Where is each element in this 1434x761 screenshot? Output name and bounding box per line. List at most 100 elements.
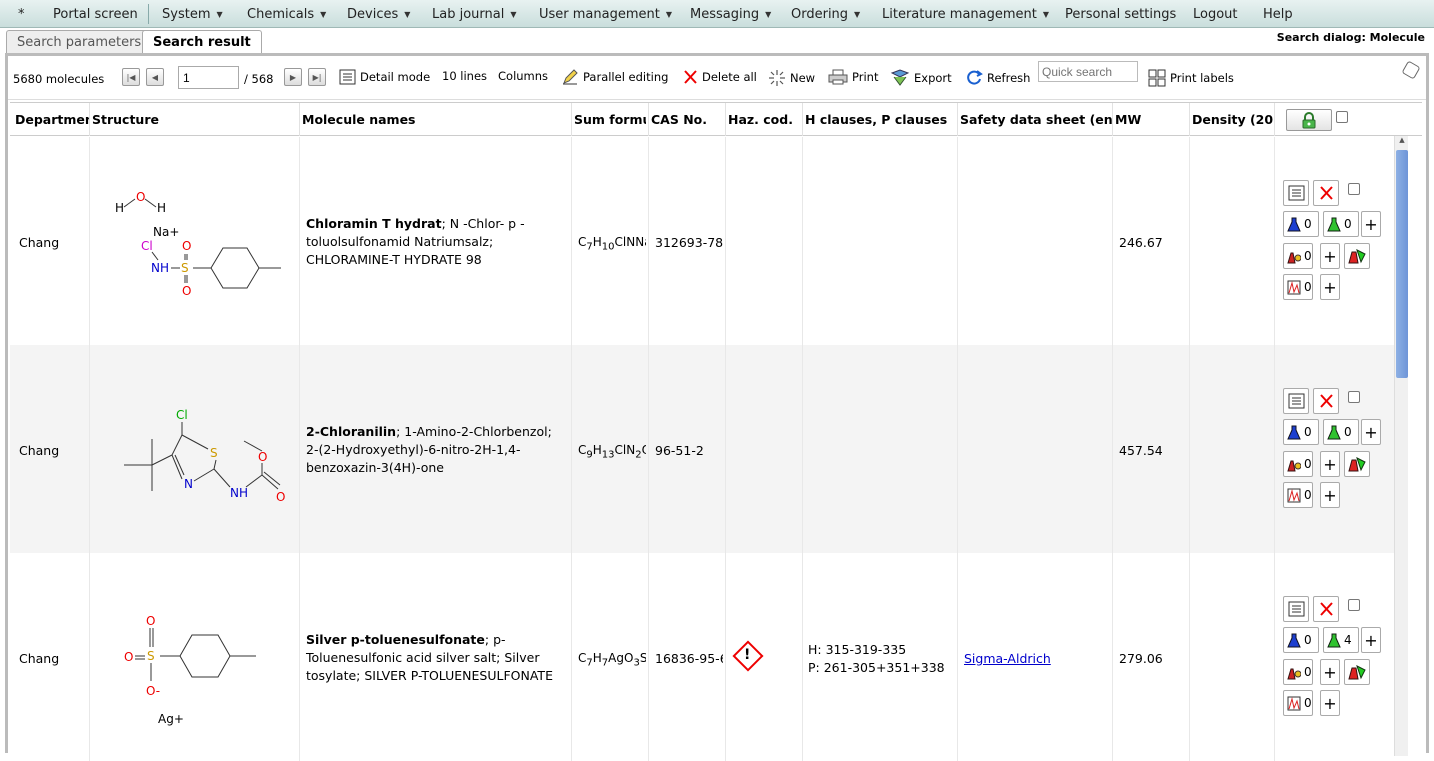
print-button[interactable]: Print xyxy=(828,69,878,85)
delete-button[interactable] xyxy=(1313,388,1339,414)
column-lock-button[interactable] xyxy=(1286,109,1332,131)
select-all-checkbox[interactable] xyxy=(1336,111,1348,123)
delete-all-button[interactable]: Delete all xyxy=(683,69,757,85)
spectrum-button[interactable]: 0 xyxy=(1283,690,1313,716)
add-button[interactable]: + xyxy=(1320,690,1340,716)
print-label: Print xyxy=(852,70,879,84)
page-number-input[interactable] xyxy=(178,66,239,89)
col-molecule-names[interactable]: Molecule names xyxy=(302,112,416,127)
col-structure[interactable]: Structure xyxy=(92,112,159,127)
tab-search-parameters[interactable]: Search parameters xyxy=(6,30,153,54)
col-hazard-code[interactable]: Haz. cod. xyxy=(728,112,793,127)
mixture-button[interactable]: 0 xyxy=(1283,659,1313,685)
molecule-names-cell[interactable]: Silver p-toluenesulfonate; p-Toluenesulf… xyxy=(306,631,568,685)
last-page-button[interactable]: ▶| xyxy=(308,68,326,86)
menu-help[interactable]: Help xyxy=(1263,7,1293,22)
menu-chemicals[interactable]: Chemicals ▼ xyxy=(247,7,326,22)
tab-search-result[interactable]: Search result xyxy=(142,30,262,55)
col-cas-no[interactable]: CAS No. xyxy=(651,112,707,127)
add-button[interactable]: + xyxy=(1320,451,1340,477)
scroll-up-icon[interactable]: ▲ xyxy=(1396,136,1408,148)
scrollbar-thumb[interactable] xyxy=(1396,150,1408,378)
molecule-primary-name[interactable]: 2-Chloranilin xyxy=(306,424,396,439)
col-safety-data-sheet[interactable]: Safety data sheet (en) xyxy=(960,112,1112,127)
columns-button[interactable]: Columns xyxy=(498,69,548,83)
print-labels-button[interactable]: Print labels xyxy=(1148,69,1234,87)
atom-label: NH xyxy=(230,486,248,500)
add-button[interactable]: + xyxy=(1320,659,1340,685)
menu-messaging[interactable]: Messaging ▼ xyxy=(690,7,771,22)
row-divider xyxy=(957,345,958,553)
delete-button[interactable] xyxy=(1313,596,1339,622)
mixture-button[interactable]: 0 xyxy=(1283,451,1313,477)
blue-flask-button[interactable]: 0 xyxy=(1283,419,1319,445)
molecule-primary-name[interactable]: Chloramin T hydrat xyxy=(306,216,442,231)
blue-flask-button[interactable]: 0 xyxy=(1283,211,1319,237)
structure-drawing[interactable]: O S O O- Ag+ xyxy=(120,613,280,728)
hexagon-icon[interactable] xyxy=(1401,60,1421,80)
refresh-button[interactable]: Refresh xyxy=(965,69,1030,87)
detail-button[interactable] xyxy=(1283,388,1309,414)
add-button[interactable]: + xyxy=(1361,211,1381,237)
export-button[interactable]: Export xyxy=(890,69,952,87)
row-select-checkbox[interactable] xyxy=(1348,599,1360,611)
reaction-button[interactable] xyxy=(1344,451,1370,477)
first-page-button[interactable]: |◀ xyxy=(122,68,140,86)
col-department[interactable]: Departmen xyxy=(15,112,89,127)
add-button[interactable]: + xyxy=(1361,419,1381,445)
row-divider xyxy=(1189,345,1190,553)
menu-devices[interactable]: Devices ▼ xyxy=(347,7,410,22)
detail-mode-button[interactable]: Detail mode xyxy=(339,69,430,85)
prev-page-button[interactable]: ◀ xyxy=(146,68,164,86)
count: 4 xyxy=(1344,633,1352,647)
detail-button[interactable] xyxy=(1283,596,1309,622)
menu-personal-settings[interactable]: Personal settings xyxy=(1065,7,1176,22)
green-flask-button[interactable]: 0 xyxy=(1323,419,1359,445)
row-select-checkbox[interactable] xyxy=(1348,183,1360,195)
mixture-button[interactable]: 0 xyxy=(1283,243,1313,269)
delete-button[interactable] xyxy=(1313,180,1339,206)
col-sum-formula[interactable]: Sum formu xyxy=(574,112,646,127)
vertical-scrollbar[interactable]: ▲ xyxy=(1394,136,1408,756)
col-mw[interactable]: MW xyxy=(1115,112,1141,127)
structure-drawing[interactable]: Cl S N NH O O xyxy=(110,405,290,505)
menu-logout[interactable]: Logout xyxy=(1193,7,1238,22)
quick-search-input[interactable] xyxy=(1038,61,1138,82)
atom-label: O xyxy=(124,650,133,664)
col-h-p-clauses[interactable]: H clauses, P clauses xyxy=(805,112,947,127)
sds-link[interactable]: Sigma-Aldrich xyxy=(964,651,1051,666)
add-button[interactable]: + xyxy=(1320,243,1340,269)
reaction-button[interactable] xyxy=(1344,243,1370,269)
molecule-primary-name[interactable]: Silver p-toluenesulfonate xyxy=(306,632,485,647)
menu-star[interactable]: * xyxy=(18,7,25,22)
green-flask-button[interactable]: 0 xyxy=(1323,211,1359,237)
molecule-names-cell[interactable]: Chloramin T hydrat; N -Chlor- p -toluols… xyxy=(306,215,568,269)
menu-system[interactable]: System ▼ xyxy=(162,7,223,22)
blue-flask-button[interactable]: 0 xyxy=(1283,627,1319,653)
new-button[interactable]: New xyxy=(768,69,815,87)
spectrum-button[interactable]: 0 xyxy=(1283,274,1313,300)
spectrum-button[interactable]: 0 xyxy=(1283,482,1313,508)
detail-button[interactable] xyxy=(1283,180,1309,206)
result-frame: 5680 molecules |◀ ◀ / 568 ▶ ▶| Detail mo… xyxy=(5,53,1429,761)
col-density[interactable]: Density (20 xyxy=(1192,112,1274,127)
mw-cell: 457.54 xyxy=(1119,443,1163,458)
row-select-checkbox[interactable] xyxy=(1348,391,1360,403)
add-button[interactable]: + xyxy=(1320,482,1340,508)
next-page-button[interactable]: ▶ xyxy=(284,68,302,86)
molecule-names-cell[interactable]: 2-Chloranilin; 1-Amino-2-Chlorbenzol; 2-… xyxy=(306,423,568,477)
add-button[interactable]: + xyxy=(1320,274,1340,300)
menu-portal-screen[interactable]: Portal screen xyxy=(53,7,138,22)
menu-user-management[interactable]: User management ▼ xyxy=(539,7,672,22)
menu-literature-management[interactable]: Literature management ▼ xyxy=(882,7,1049,22)
green-flask-button[interactable]: 4 xyxy=(1323,627,1359,653)
lines-button[interactable]: 10 lines xyxy=(442,69,487,83)
menu-ordering[interactable]: Ordering ▼ xyxy=(791,7,860,22)
atom-label: S xyxy=(181,261,189,275)
structure-drawing[interactable]: H O H Na+ Cl NH S O O xyxy=(105,182,285,302)
add-button[interactable]: + xyxy=(1361,627,1381,653)
department-cell: Chang xyxy=(19,443,60,458)
parallel-editing-button[interactable]: Parallel editing xyxy=(562,69,668,85)
menu-lab-journal[interactable]: Lab journal ▼ xyxy=(432,7,517,22)
reaction-button[interactable] xyxy=(1344,659,1370,685)
